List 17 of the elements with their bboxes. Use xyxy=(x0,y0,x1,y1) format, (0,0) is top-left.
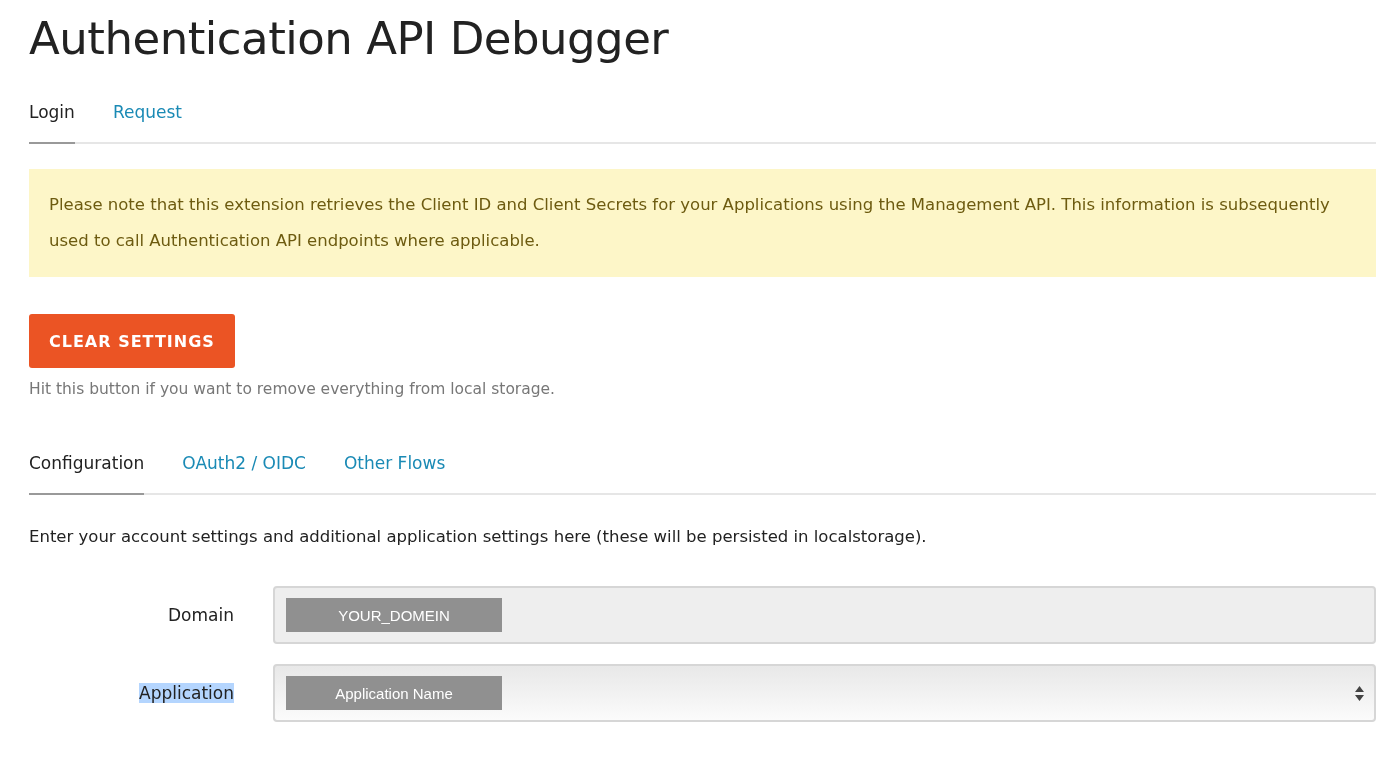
input-field[interactable]: YOUR_DOMEIN xyxy=(273,586,1376,644)
select-arrows-icon xyxy=(1355,685,1364,701)
help-text: Hit this button if you want to remove everything from local storage. xyxy=(29,380,557,398)
tab[interactable]: Configuration xyxy=(29,453,145,495)
select-field[interactable]: Application Name xyxy=(273,664,1376,722)
page-title: Authentication API Debugger xyxy=(29,11,670,67)
notice-banner: Please note that this extension retrieves the Client ID and Client Secrets for your Applications using the Management API. This information is subsequently used to call Authentication API endpoints where applicable. xyxy=(29,169,1376,277)
intro-text: Enter your account settings and additional application settings here (these will be persisted in localstorage). xyxy=(29,527,928,546)
field-label: Application xyxy=(139,683,234,703)
field-label: Domain xyxy=(168,605,234,625)
tab[interactable]: OAuth2 / OIDC xyxy=(182,453,306,495)
clear-settings-button[interactable]: CLEAR SETTINGS xyxy=(29,314,235,368)
tab[interactable]: Request xyxy=(112,102,182,144)
tab[interactable]: Other Flows xyxy=(343,453,446,495)
redacted-value: YOUR_DOMEIN xyxy=(286,598,502,632)
redacted-value: Application Name xyxy=(286,676,502,710)
tab[interactable]: Login xyxy=(29,102,75,144)
